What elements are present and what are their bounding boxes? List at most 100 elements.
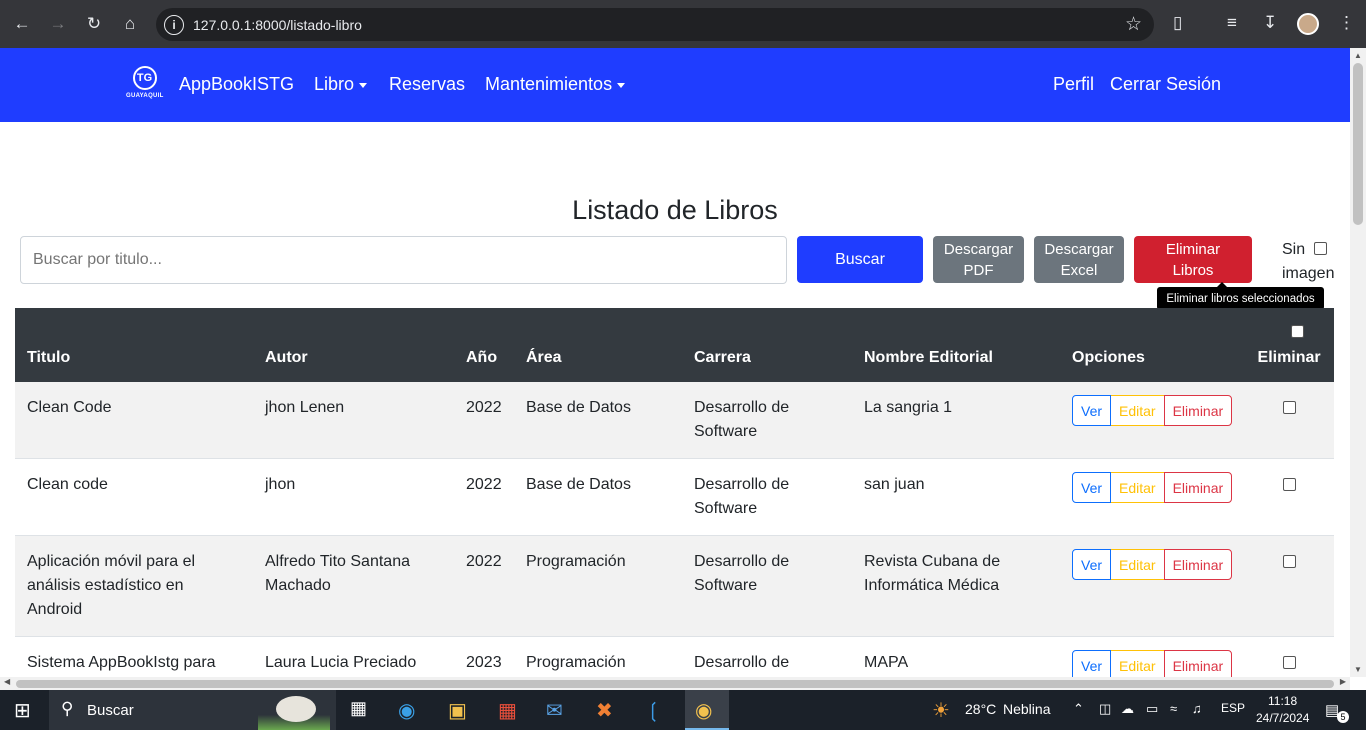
mail-icon[interactable]: ✉ — [546, 698, 563, 723]
back-icon[interactable]: ← — [9, 11, 35, 37]
home-icon[interactable]: ⌂ — [117, 11, 143, 37]
col-titulo: Titulo — [27, 349, 71, 366]
delete-button[interactable]: Eliminar — [1163, 549, 1233, 580]
delete-button[interactable]: Eliminar — [1163, 395, 1233, 426]
extensions-icon[interactable]: ▯ — [1173, 13, 1182, 33]
cell-area: Base de Datos — [526, 476, 631, 493]
volume-icon[interactable]: ♫ — [1192, 701, 1202, 716]
onedrive-icon[interactable]: ☁ — [1121, 701, 1134, 717]
cell-opciones: Ver Editar Eliminar — [1060, 382, 1244, 459]
battery-icon[interactable]: ▭ — [1146, 701, 1158, 717]
sin-imagen-checkbox[interactable] — [1314, 242, 1327, 255]
scroll-thumb-h[interactable] — [16, 680, 1334, 688]
nav-perfil[interactable]: Perfil — [1053, 74, 1094, 95]
download-icon[interactable]: ↧ — [1263, 13, 1277, 33]
wifi-icon[interactable]: ≈ — [1170, 701, 1177, 716]
cell-eliminar — [1244, 637, 1334, 678]
address-bar[interactable]: i 127.0.0.1:8000/listado-libro ☆ — [156, 8, 1154, 41]
windows-start-icon[interactable]: ⊞ — [14, 698, 31, 723]
vertical-scrollbar[interactable]: ▲ ▼ — [1350, 48, 1366, 677]
edit-button[interactable]: Editar — [1111, 549, 1164, 580]
file-explorer-icon[interactable]: ▣ — [448, 698, 467, 723]
delete-button[interactable]: Eliminar — [1163, 472, 1233, 503]
cell-titulo: Aplicación móvil para el análisis estadí… — [27, 553, 196, 618]
task-view-icon[interactable]: ▦ — [350, 698, 367, 719]
delete-books-button[interactable]: Eliminar Libros — [1134, 236, 1252, 283]
edit-button[interactable]: Editar — [1111, 472, 1164, 503]
col-editorial: Nombre Editorial — [864, 349, 993, 366]
col-eliminar-label: Eliminar — [1257, 349, 1321, 366]
language-indicator[interactable]: ESP — [1221, 701, 1245, 715]
cell-anio: 2022 — [466, 553, 502, 570]
col-carrera: Carrera — [694, 349, 751, 366]
cell-titulo: Clean Code — [27, 399, 112, 416]
weather-temp[interactable]: 28°C — [965, 701, 996, 717]
clock-time[interactable]: 11:18 — [1268, 694, 1297, 708]
row-select-checkbox[interactable] — [1282, 478, 1296, 492]
taskbar-search-label: Buscar — [87, 701, 134, 719]
view-button[interactable]: Ver — [1072, 650, 1112, 677]
brand-logo[interactable]: TG GUAYAQUIL — [126, 66, 163, 102]
view-button[interactable]: Ver — [1072, 472, 1112, 503]
nav-libro[interactable]: Libro — [314, 74, 368, 95]
table-row: Clean code jhon 2022 Base de Datos Desarroll… — [15, 459, 1334, 536]
vscode-icon[interactable]: ❲ — [645, 698, 662, 723]
bookmark-star-icon[interactable]: ☆ — [1125, 13, 1142, 36]
cell-editorial: MAPA — [864, 654, 909, 671]
xampp-icon[interactable]: ✖ — [596, 698, 613, 723]
nav-cerrar-sesion[interactable]: Cerrar Sesión — [1110, 74, 1221, 95]
meet-icon[interactable]: ◫ — [1099, 701, 1111, 717]
site-info-icon[interactable]: i — [164, 14, 184, 35]
edit-button[interactable]: Editar — [1111, 650, 1164, 677]
logo-mark: TG — [132, 66, 157, 90]
cell-autor: Alfredo Tito Santana Machado — [265, 553, 410, 594]
chrome-icon[interactable]: ◉ — [695, 698, 712, 723]
row-select-checkbox[interactable] — [1282, 555, 1296, 569]
weather-desc[interactable]: Neblina — [1003, 701, 1050, 717]
search-button[interactable]: Buscar — [797, 236, 923, 283]
table-row: Sistema AppBookIstg para incremento de c… — [15, 637, 1334, 678]
edge-icon[interactable]: ◉ — [398, 698, 415, 723]
menu-kebab-icon[interactable]: ⋮ — [1338, 13, 1355, 33]
delete-tooltip: Eliminar libros seleccionados — [1157, 282, 1324, 310]
nav-reservas[interactable]: Reservas — [389, 74, 465, 95]
profile-avatar[interactable] — [1297, 13, 1319, 35]
row-select-checkbox[interactable] — [1282, 401, 1296, 415]
table-row: Clean Code jhon Lenen 2022 Base de Datos Des… — [15, 382, 1334, 459]
media-control-icon[interactable]: ≡ — [1227, 13, 1237, 33]
nav-mantenimientos[interactable]: Mantenimientos — [485, 74, 626, 95]
edit-button[interactable]: Editar — [1111, 395, 1164, 426]
scroll-up-icon[interactable]: ▲ — [1354, 51, 1362, 60]
clock-date[interactable]: 24/7/2024 — [1256, 711, 1309, 725]
row-actions: Ver Editar Eliminar — [1072, 650, 1233, 677]
scroll-thumb[interactable] — [1353, 63, 1363, 225]
web-page: TG GUAYAQUIL AppBookISTG Libro Reservas … — [0, 48, 1350, 677]
tray-chevron-icon[interactable]: ⌃ — [1073, 701, 1084, 717]
app-navbar: TG GUAYAQUIL AppBookISTG Libro Reservas … — [0, 48, 1350, 122]
horizontal-scrollbar[interactable]: ◀ ▶ — [0, 677, 1350, 690]
cell-editorial: La sangria 1 — [864, 399, 953, 416]
scroll-down-icon[interactable]: ▼ — [1354, 665, 1362, 674]
scroll-left-icon[interactable]: ◀ — [4, 677, 10, 686]
store-icon[interactable]: ▦ — [498, 698, 517, 723]
select-all-checkbox[interactable] — [1291, 325, 1305, 338]
cell-autor: Laura Lucia Preciado Sandoval — [265, 654, 417, 671]
cell-opciones: Ver Editar Eliminar — [1060, 637, 1244, 677]
weather-icon[interactable]: ☀ — [932, 698, 950, 723]
scroll-right-icon[interactable]: ▶ — [1340, 677, 1346, 686]
sin-imagen-filter: Sin imagen — [1282, 238, 1334, 286]
forward-icon[interactable]: → — [45, 11, 71, 37]
view-button[interactable]: Ver — [1072, 395, 1112, 426]
search-input[interactable] — [20, 236, 787, 284]
row-actions: Ver Editar Eliminar — [1072, 472, 1233, 503]
brand-link[interactable]: AppBookISTG — [179, 74, 294, 95]
col-anio: Año — [466, 349, 498, 366]
chevron-down-icon — [617, 82, 626, 88]
download-excel-button[interactable]: Descargar Excel — [1034, 236, 1124, 283]
col-eliminar: Eliminar — [1244, 308, 1334, 382]
reload-icon[interactable]: ↻ — [81, 11, 107, 37]
view-button[interactable]: Ver — [1072, 549, 1112, 580]
delete-button[interactable]: Eliminar — [1163, 650, 1233, 677]
row-select-checkbox[interactable] — [1282, 656, 1296, 670]
download-pdf-button[interactable]: Descargar PDF — [933, 236, 1024, 283]
